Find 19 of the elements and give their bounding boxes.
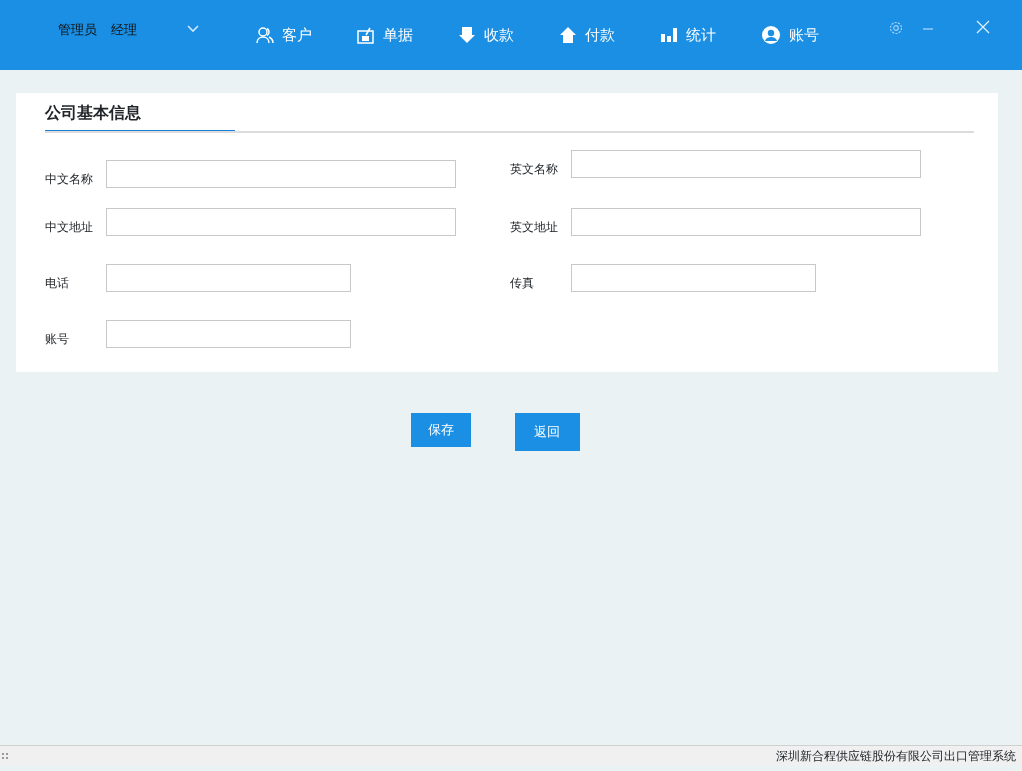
action-button[interactable]: 返回: [514, 413, 580, 451]
field-label: 传真: [509, 275, 535, 292]
nav-tab[interactable]: 账号: [761, 24, 862, 47]
nav-tab[interactable]: 付款: [559, 24, 660, 47]
field-label: 电话: [45, 275, 70, 292]
panel-title: 公司基本信息: [45, 101, 235, 133]
nav-tab[interactable]: 单据: [357, 24, 458, 47]
user-role: 经理: [111, 21, 137, 39]
nav-tab[interactable]: 客户: [256, 24, 357, 47]
user-name: 管理员: [58, 21, 97, 39]
status-text: 深圳新合程供应链股份有限公司出口管理系统: [776, 747, 1016, 765]
field-label: 中文名称: [45, 171, 94, 188]
nav-tab[interactable]: 收款: [458, 24, 559, 47]
nav-tab[interactable]: 统计: [660, 24, 761, 47]
action-button[interactable]: 保存: [410, 413, 471, 447]
field-label: 账号: [45, 331, 70, 348]
field-label: 英文地址: [509, 219, 559, 236]
field-label: 英文名称: [509, 161, 559, 178]
field-label: 中文地址: [45, 219, 94, 236]
